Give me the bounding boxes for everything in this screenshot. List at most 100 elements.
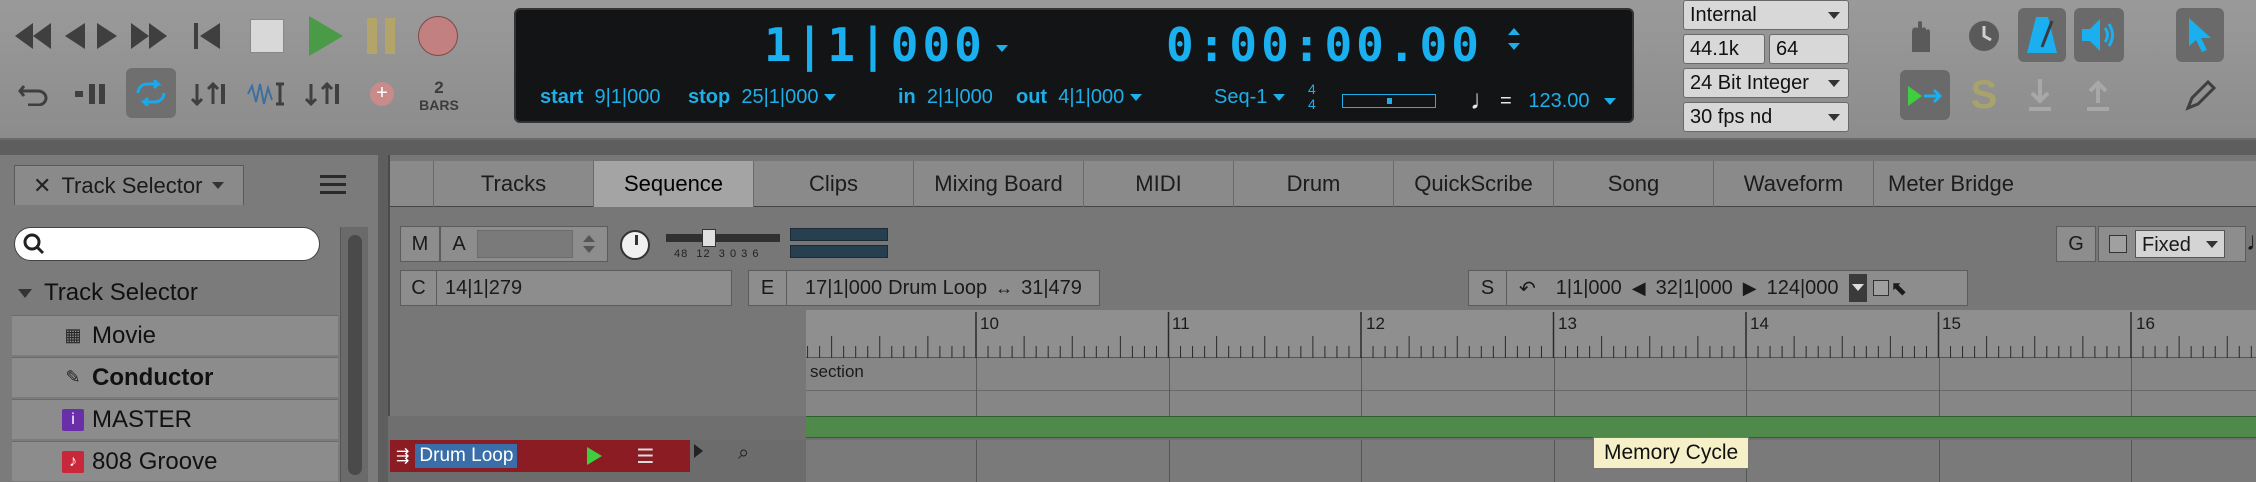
- disclosure-triangle-icon[interactable]: [18, 288, 32, 298]
- sync-source-select[interactable]: Internal: [1683, 0, 1849, 30]
- loop-icon[interactable]: [126, 68, 176, 118]
- tempo-field[interactable]: = 123.00: [1500, 90, 1616, 113]
- tab-sequence[interactable]: Sequence: [594, 161, 754, 207]
- play-icon[interactable]: [587, 447, 603, 465]
- sample-rate-field[interactable]: 44.1k: [1683, 34, 1765, 64]
- bar-grid-line: [1553, 358, 1555, 416]
- c-field[interactable]: C 14|1|279: [400, 270, 732, 306]
- pencil-tool-icon[interactable]: [2178, 70, 2222, 120]
- out-label: out: [1016, 86, 1048, 108]
- bars-setting[interactable]: 2 BARS: [414, 74, 464, 118]
- tab-waveform[interactable]: Waveform: [1714, 161, 1874, 207]
- tab-quickscribe[interactable]: QuickScribe: [1394, 161, 1554, 207]
- sequence-menu[interactable]: Seq-1: [1214, 86, 1286, 109]
- s-field[interactable]: S ↶ 1|1|000 ◀ 32|1|000 ▶ 124|000 ⬉: [1468, 270, 1968, 306]
- nudge-up-down-icon[interactable]: [300, 76, 344, 112]
- tab-mixing-board[interactable]: Mixing Board: [914, 161, 1084, 207]
- close-icon[interactable]: ✕: [33, 173, 51, 199]
- add-marker-icon[interactable]: +: [366, 78, 398, 110]
- grid-checkbox[interactable]: [2109, 235, 2127, 253]
- return-to-zero-icon[interactable]: [192, 18, 222, 54]
- pan-knob[interactable]: [620, 230, 650, 260]
- stop-field[interactable]: stop 25|1|000: [688, 86, 837, 109]
- meter-display[interactable]: 4 4: [1308, 82, 1316, 112]
- s-dropdown-button[interactable]: [1848, 274, 1867, 302]
- bar-grid-line: [2131, 440, 2132, 482]
- play-backward-icon[interactable]: [94, 18, 120, 54]
- drum-loop-track-name[interactable]: Drum Loop: [415, 444, 518, 468]
- metronome-icon[interactable]: [2018, 8, 2066, 62]
- track-expand-icon[interactable]: [694, 444, 703, 458]
- tab-clips[interactable]: Clips: [754, 161, 914, 207]
- memory-cycle-bar[interactable]: [806, 416, 2256, 438]
- pause-icon[interactable]: [364, 16, 398, 56]
- resize-icon: ↔: [995, 277, 1014, 298]
- search-input[interactable]: [14, 227, 320, 261]
- tab-song[interactable]: Song: [1554, 161, 1714, 207]
- track-menu-icon[interactable]: ☰: [636, 444, 654, 469]
- rewind-icon[interactable]: [62, 18, 88, 54]
- a-field[interactable]: A: [440, 226, 608, 262]
- panel-scrollbar[interactable]: [340, 227, 368, 482]
- tab-meter-bridge[interactable]: Meter Bridge: [1874, 161, 2034, 207]
- buffer-size-field[interactable]: 64: [1769, 34, 1849, 64]
- tab-tracks[interactable]: Tracks: [434, 161, 594, 207]
- overdub-icon[interactable]: [1900, 14, 1944, 58]
- loop-playback-icon[interactable]: [72, 76, 112, 112]
- a-stepper[interactable]: [583, 235, 595, 253]
- fast-forward-icon[interactable]: [128, 18, 170, 54]
- track-selector-group[interactable]: Track Selector: [10, 273, 336, 313]
- search-icon: [23, 233, 45, 255]
- playback-position-bar[interactable]: [1342, 94, 1436, 108]
- track-selector-item-movie[interactable]: ▦ Movie: [12, 315, 338, 355]
- tab-label: Tracks: [480, 171, 547, 196]
- out-field[interactable]: out 4|1|000: [1016, 86, 1143, 109]
- tab-midi[interactable]: MIDI: [1084, 161, 1234, 207]
- s-checkbox[interactable]: [1872, 280, 1889, 296]
- g-button[interactable]: G: [2056, 226, 2096, 262]
- nudge-icon[interactable]: [186, 76, 230, 112]
- panel-menu-icon[interactable]: [320, 175, 346, 197]
- undo-icon[interactable]: [14, 76, 52, 112]
- rewind-to-start-icon[interactable]: [14, 18, 52, 54]
- track-selector-item-conductor[interactable]: ✎ Conductor: [12, 357, 338, 397]
- a-value-input[interactable]: [477, 230, 573, 258]
- track-selector-item-808-groove[interactable]: ♪ 808 Groove: [12, 441, 338, 481]
- m-button[interactable]: M: [400, 226, 440, 262]
- grid-mode-select[interactable]: Fixed: [2098, 226, 2246, 262]
- play-icon[interactable]: [306, 14, 346, 58]
- up-arrow-icon[interactable]: [2076, 72, 2120, 118]
- real-time-readout[interactable]: 0:00:00.00: [1166, 18, 1483, 72]
- down-arrow-icon[interactable]: [2018, 72, 2062, 118]
- search-icon[interactable]: ⌕: [738, 442, 749, 465]
- drum-loop-track-header[interactable]: ⇶ Drum Loop ☰: [390, 440, 690, 472]
- track-selector-item-master[interactable]: i MASTER: [12, 399, 338, 439]
- track-selector-tab[interactable]: ✕ Track Selector: [14, 165, 244, 205]
- record-icon[interactable]: [416, 14, 460, 58]
- frame-rate-select[interactable]: 30 fps nd: [1683, 102, 1849, 132]
- note-value-icon[interactable]: ♩: [2246, 226, 2256, 257]
- pointer-tool-icon[interactable]: [2176, 8, 2224, 62]
- clock-icon[interactable]: [1962, 14, 2006, 58]
- section-lane[interactable]: section: [806, 358, 2256, 416]
- solo-icon[interactable]: S: [1962, 70, 2006, 120]
- real-time-value: 0:00:00.00: [1166, 18, 1483, 72]
- input-monitor-icon[interactable]: [1900, 70, 1950, 120]
- tab-label: Mixing Board: [934, 171, 1063, 196]
- tab-drum[interactable]: Drum: [1234, 161, 1394, 207]
- real-time-stepper[interactable]: [1508, 28, 1520, 50]
- e-field[interactable]: E 17|1|000 Drum Loop ↔ 31|479: [748, 270, 1100, 306]
- speaker-icon[interactable]: [2074, 8, 2124, 62]
- undo-small-icon[interactable]: ↶: [1519, 276, 1536, 301]
- ruler-bar-label: 10: [980, 314, 999, 333]
- waveform-zoom-icon[interactable]: [244, 76, 288, 112]
- bit-depth-select[interactable]: 24 Bit Integer: [1683, 68, 1849, 98]
- track-move-icon[interactable]: ⇶: [396, 446, 409, 466]
- bar-ruler[interactable]: 10 11 12 13 14 15 16: [806, 310, 2256, 358]
- volume-fader[interactable]: 48 12 3 0 3 6: [666, 228, 780, 264]
- in-field[interactable]: in 2|1|000: [898, 86, 993, 109]
- tempo-value: 123.00: [1528, 90, 1590, 112]
- start-field[interactable]: start 9|1|000: [540, 86, 661, 109]
- main-position-readout[interactable]: 1|1|000: [764, 18, 1008, 72]
- stop-icon[interactable]: [246, 16, 288, 56]
